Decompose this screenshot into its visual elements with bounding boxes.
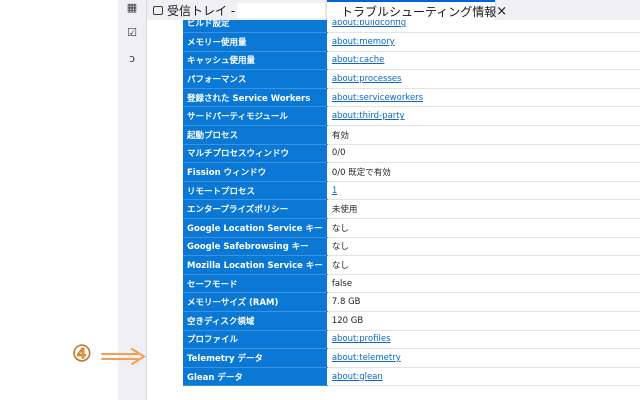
row-key: パフォーマンス <box>183 69 328 89</box>
row-value-link[interactable]: about:processes <box>327 69 640 89</box>
row-key: Google Safebrowsing キー <box>183 237 328 257</box>
row-value: 120 GB <box>327 311 640 331</box>
row-value: 0/0 <box>327 144 640 164</box>
row-value-link[interactable]: about:memory <box>327 32 640 52</box>
row-value: 有効 <box>327 125 640 145</box>
left-blank-area <box>0 0 118 400</box>
table-row: メモリーサイズ (RAM) 7.8 GB <box>183 292 640 312</box>
row-key: Mozilla Location Service キー <box>183 255 328 275</box>
close-tab-icon[interactable]: × <box>496 4 507 19</box>
row-value: 未使用 <box>327 199 640 220</box>
table-row: Fission ウィンドウ 0/0 既定で有効 <box>183 162 640 182</box>
table-row: ビルド設定 about:buildconfig <box>183 20 640 34</box>
tab-troubleshooting[interactable]: トラブルシューティング情報 × <box>327 0 507 20</box>
table-row: メモリー使用量 about:memory <box>183 32 640 52</box>
table-row: サードパーティモジュール about:third-party <box>183 106 640 127</box>
step-annotation: ④ <box>72 342 148 368</box>
row-key: Google Location Service キー <box>183 218 328 238</box>
row-value-link[interactable]: about:glean <box>327 367 640 387</box>
table-row: Google Location Service キー なし <box>183 218 640 238</box>
row-value-link[interactable]: 1 <box>327 181 640 201</box>
row-key: プロファイル <box>183 330 328 350</box>
row-key: エンタープライズポリシー <box>183 199 328 220</box>
row-value: false <box>327 274 640 294</box>
table-row: 空きディスク領域 120 GB <box>183 311 640 331</box>
redacted-account-name <box>237 3 325 18</box>
row-key: メモリーサイズ (RAM) <box>183 292 328 312</box>
table-row: Glean データ about:glean <box>183 367 640 387</box>
row-key: Telemetry データ <box>183 348 328 368</box>
table-row: マルチプロセスウィンドウ 0/0 <box>183 144 640 164</box>
tasks-icon[interactable]: ☑ <box>125 26 139 40</box>
mail-icon <box>153 5 163 15</box>
table-row: パフォーマンス about:processes <box>183 69 640 89</box>
row-key: Glean データ <box>183 367 328 387</box>
table-row: 登録された Service Workers about:serviceworker… <box>183 88 640 108</box>
row-key: Fission ウィンドウ <box>183 162 328 182</box>
row-value: なし <box>327 237 640 257</box>
row-key: キャッシュ使用量 <box>183 51 328 71</box>
row-value-link[interactable]: about:cache <box>327 51 640 71</box>
table-row: Mozilla Location Service キー なし <box>183 255 640 275</box>
row-key: セーフモード <box>183 274 328 294</box>
row-key: リモートプロセス <box>183 181 328 201</box>
table-row: セーフモード false <box>183 274 640 294</box>
table-row: Telemetry データ about:telemetry <box>183 348 640 368</box>
annotation-arrow-icon <box>101 348 146 365</box>
row-value: 7.8 GB <box>327 292 640 312</box>
tab-inbox-title: 受信トレイ - <box>167 3 236 18</box>
table-row: 起動プロセス 有効 <box>183 125 640 145</box>
row-key: マルチプロセスウィンドウ <box>183 144 328 164</box>
application-basics-table: ビルド設定 about:buildconfig メモリー使用量 about:memor… <box>183 20 640 387</box>
row-value: 0/0 既定で有効 <box>327 162 640 182</box>
row-value-link[interactable]: about:profiles <box>327 330 640 350</box>
row-value-link[interactable]: about:third-party <box>327 106 640 127</box>
tab-bar: 受信トレイ - トラブルシューティング情報 × <box>147 0 640 20</box>
tab-troubleshooting-title: トラブルシューティング情報 <box>341 4 497 19</box>
row-value: なし <box>327 255 640 275</box>
row-value-link[interactable]: about:serviceworkers <box>327 88 640 108</box>
row-value-link[interactable]: about:buildconfig <box>327 20 640 34</box>
chat-icon[interactable]: ↄ <box>125 52 139 66</box>
row-key: ビルド設定 <box>183 20 328 34</box>
table-row: エンタープライズポリシー 未使用 <box>183 199 640 220</box>
table-row: キャッシュ使用量 about:cache <box>183 51 640 71</box>
spaces-toolbar: ▦ ☑ ↄ <box>118 0 147 400</box>
row-key: 登録された Service Workers <box>183 88 328 108</box>
row-value-link[interactable]: about:telemetry <box>327 348 640 368</box>
table-row: Google Safebrowsing キー なし <box>183 237 640 257</box>
table-row: リモートプロセス 1 <box>183 181 640 201</box>
troubleshooting-content: ビルド設定 about:buildconfig メモリー使用量 about:memor… <box>147 20 640 400</box>
row-value: なし <box>327 218 640 238</box>
row-key: 起動プロセス <box>183 125 328 145</box>
row-key: メモリー使用量 <box>183 32 328 52</box>
tab-inbox[interactable]: 受信トレイ - <box>153 0 325 20</box>
row-key: サードパーティモジュール <box>183 106 328 127</box>
calendar-icon[interactable]: ▦ <box>125 1 139 15</box>
row-key: 空きディスク領域 <box>183 311 328 331</box>
table-row: プロファイル about:profiles <box>183 330 640 350</box>
